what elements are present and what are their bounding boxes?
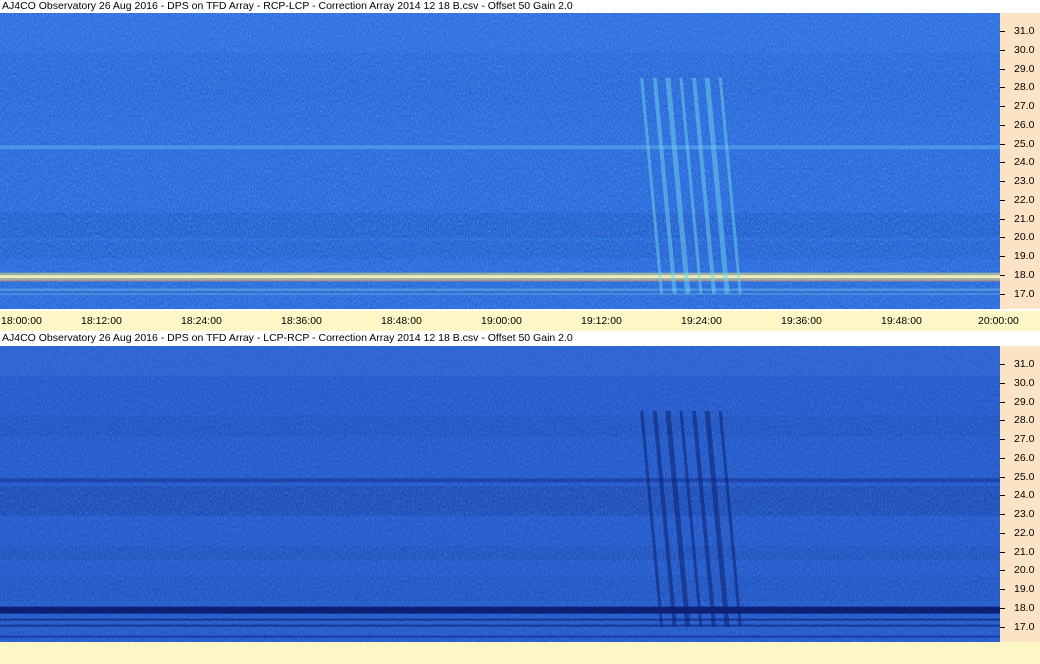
frequency-streak [0,145,1000,150]
frequency-tick [1000,68,1005,70]
frequency-tick-label: 17.0 [1014,287,1035,300]
frequency-tick [1000,551,1005,553]
time-tick-label: 19:36:00 [781,315,822,327]
frequency-tick [1000,31,1005,32]
panel-title-bottom: AJ4CO Observatory 26 Aug 2016 - DPS on T… [2,332,573,344]
frequency-tick-label: 30.0 [1014,376,1035,389]
time-tick-label: 19:00:00 [481,315,522,327]
frequency-axis-bottom: 31.0 30.0 29.0 28.0 27.0 26.0 25.0 24.0 23.0 22.0… [1000,346,1040,642]
frequency-tick-label: 30.0 [1014,43,1035,56]
frequency-tick [1000,607,1005,609]
frequency-tick-label: 29.0 [1014,62,1035,75]
frequency-tick-label: 27.0 [1014,100,1035,112]
frequency-tick-label: 25.0 [1014,137,1035,150]
frequency-tick [1000,218,1005,220]
frequency-tick [1000,106,1005,107]
frequency-tick [1000,495,1005,497]
panel-title-top: AJ4CO Observatory 26 Aug 2016 - DPS on T… [2,0,573,12]
frequency-tick-label: 24.0 [1014,489,1035,502]
frequency-tick [1000,274,1005,276]
frequency-tick [1000,237,1005,239]
footer-bar [0,642,1040,664]
frequency-tick [1000,143,1005,145]
absorption-band [0,606,1000,614]
frequency-tick-label: 22.0 [1014,193,1035,206]
time-tick-label: 19:48:00 [881,315,922,327]
frequency-tick-label: 27.0 [1014,433,1035,445]
frequency-tick-label: 20.0 [1014,564,1035,577]
frequency-tick [1000,364,1005,365]
frequency-tick [1000,49,1005,51]
frequency-tick [1000,570,1005,572]
frequency-tick-label: 31.0 [1014,358,1035,370]
frequency-tick [1000,626,1005,628]
frequency-tick-label: 24.0 [1014,156,1035,169]
time-tick-label: 19:12:00 [581,315,622,327]
time-tick-label: 18:00:00 [1,315,42,327]
frequency-tick-label: 26.0 [1014,118,1035,131]
spectrogram-top [0,13,1000,309]
frequency-tick [1000,181,1005,182]
frequency-tick-label: 19.0 [1014,583,1035,595]
frequency-tick [1000,293,1005,295]
frequency-tick [1000,589,1005,590]
frequency-streak [0,478,1000,483]
frequency-tick-label: 26.0 [1014,451,1035,464]
frequency-tick [1000,514,1005,515]
frequency-tick [1000,532,1005,534]
spectrogram-panel-top: AJ4CO Observatory 26 Aug 2016 - DPS on T… [0,0,1040,331]
frequency-tick [1000,382,1005,384]
frequency-tick-label: 19.0 [1014,250,1035,262]
frequency-tick-label: 23.0 [1014,508,1035,520]
frequency-tick-label: 31.0 [1014,25,1035,37]
frequency-tick-label: 20.0 [1014,231,1035,244]
frequency-tick [1000,439,1005,440]
spectrogram-noise [0,13,1000,309]
frequency-tick-label: 18.0 [1014,601,1035,614]
time-tick-label: 19:24:00 [681,315,722,327]
frequency-tick [1000,401,1005,403]
frequency-tick [1000,124,1005,126]
frequency-tick-label: 28.0 [1014,81,1035,94]
frequency-tick-label: 22.0 [1014,526,1035,539]
frequency-tick-label: 21.0 [1014,212,1035,225]
frequency-tick-label: 28.0 [1014,414,1035,427]
spectrogram-panel-bottom: AJ4CO Observatory 26 Aug 2016 - DPS on T… [0,331,1040,642]
frequency-tick [1000,162,1005,164]
time-tick-label: 18:12:00 [81,315,122,327]
frequency-axis-top: 31.0 30.0 29.0 28.0 27.0 26.0 25.0 24.0 23.0 22.0… [1000,13,1040,309]
time-tick-label: 18:36:00 [281,315,322,327]
frequency-tick-label: 21.0 [1014,545,1035,558]
time-axis: 18:00:00 18:12:00 18:24:00 18:36:00 18:48:00… [0,311,1040,331]
frequency-tick-label: 17.0 [1014,620,1035,633]
spectrogram-noise [0,346,1000,642]
frequency-tick-label: 29.0 [1014,395,1035,408]
frequency-tick-label: 23.0 [1014,175,1035,187]
frequency-tick [1000,457,1005,459]
frequency-tick-label: 18.0 [1014,268,1035,281]
frequency-tick-label: 25.0 [1014,470,1035,483]
time-tick-label: 18:24:00 [181,315,222,327]
frequency-tick [1000,87,1005,89]
time-tick-label: 20:00:00 [978,315,1019,327]
frequency-tick [1000,420,1005,422]
frequency-tick [1000,199,1005,201]
time-tick-label: 18:48:00 [381,315,422,327]
frequency-tick [1000,256,1005,257]
frequency-tick [1000,476,1005,478]
spectrogram-bottom [0,346,1000,642]
